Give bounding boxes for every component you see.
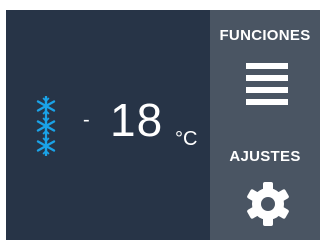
hamburger-menu-icon-bar — [246, 99, 288, 105]
functions-button[interactable] — [246, 63, 288, 107]
temperature-unit: °C — [175, 128, 198, 150]
settings-label: AJUSTES — [229, 148, 301, 165]
hamburger-menu-icon — [246, 63, 288, 69]
functions-label: FUNCIONES — [219, 27, 311, 44]
snowflake-icon — [36, 116, 56, 136]
snowflake-icon — [36, 136, 56, 156]
hamburger-menu-icon-bar — [246, 87, 288, 93]
temperature-sign: - — [83, 109, 90, 131]
snowflake-icon — [36, 96, 56, 116]
thermostat-screen: - 18 °C FUNCIONES AJUSTES — [6, 10, 320, 240]
side-menu: FUNCIONES AJUSTES — [210, 10, 320, 240]
temperature-panel: - 18 °C — [6, 10, 209, 240]
gear-icon — [247, 182, 289, 226]
cooling-mode-indicator — [35, 96, 57, 156]
hamburger-menu-icon-bar — [246, 75, 288, 81]
settings-button[interactable] — [244, 180, 292, 228]
temperature-value: 18 — [110, 94, 164, 146]
